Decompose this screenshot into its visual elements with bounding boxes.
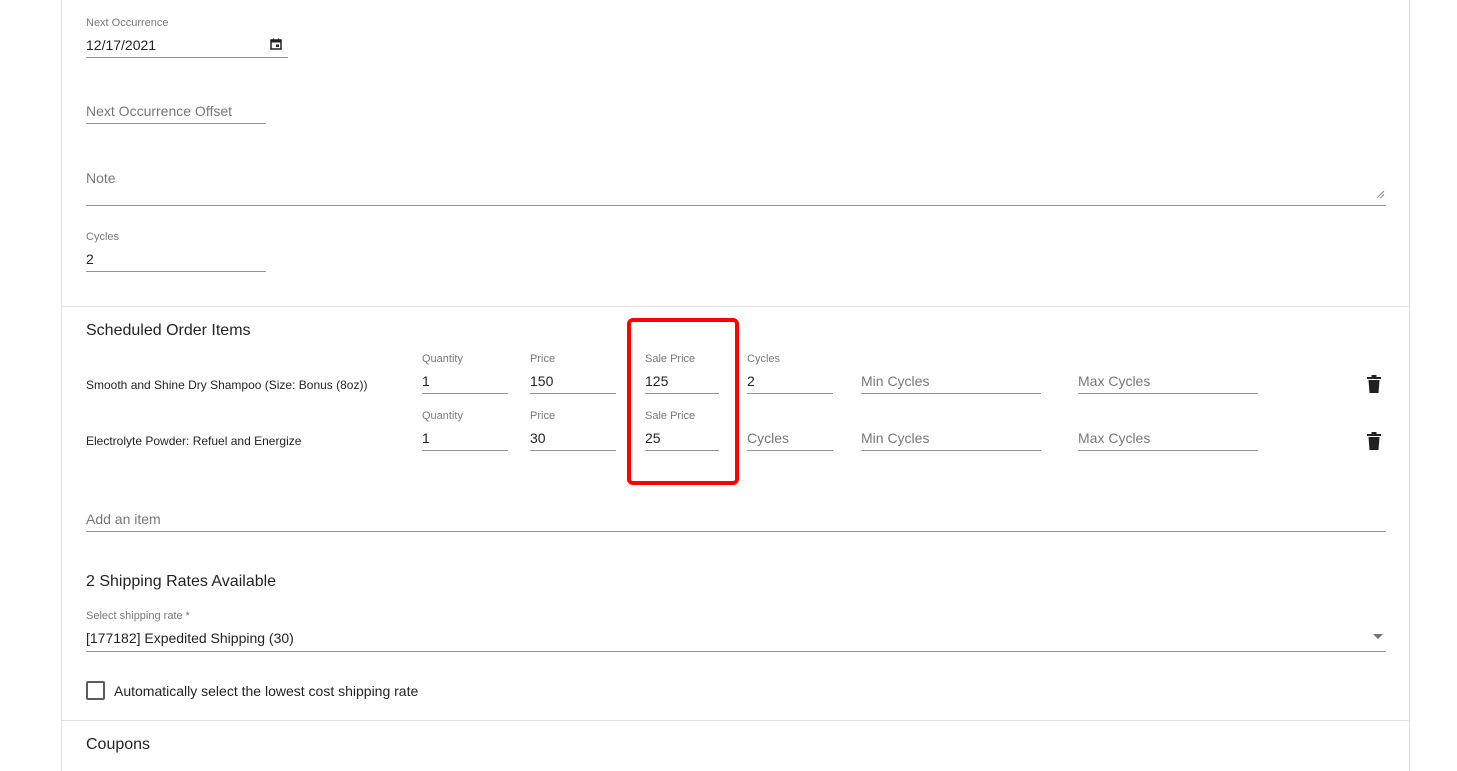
next-occurrence-underline xyxy=(86,57,288,58)
item-name: Electrolyte Powder: Refuel and Energize xyxy=(86,434,302,448)
add-item-placeholder: Add an item xyxy=(86,511,161,527)
coupons-title: Coupons xyxy=(86,736,151,753)
shipping-rates-title: 2 Shipping Rates Available xyxy=(86,573,277,590)
next-occurrence-offset-underline xyxy=(86,123,266,124)
min-cycles-placeholder: Min Cycles xyxy=(861,373,930,389)
shipping-rate-underline xyxy=(86,651,1386,652)
item-cycles-field[interactable]: Cycles xyxy=(747,410,833,451)
trash-icon[interactable] xyxy=(1367,432,1381,450)
price-underline xyxy=(530,450,616,451)
note-field[interactable]: Note xyxy=(86,167,1386,206)
sale-price-highlight-box xyxy=(627,318,739,485)
quantity-underline xyxy=(422,450,508,451)
form-panel: Next Occurrence 12/17/2021 Next Occurren… xyxy=(61,0,1410,771)
dropdown-arrow-icon[interactable] xyxy=(1373,634,1383,639)
item-cycles-value[interactable]: 2 xyxy=(747,373,755,389)
auto-select-lowest-rate-checkbox[interactable] xyxy=(86,681,105,700)
min-cycles-placeholder: Min Cycles xyxy=(861,430,930,446)
price-value[interactable]: 30 xyxy=(530,430,546,446)
quantity-value[interactable]: 1 xyxy=(422,373,430,389)
price-underline xyxy=(530,393,616,394)
item-cycles-label: Cycles xyxy=(747,353,781,365)
auto-select-lowest-rate-label[interactable]: Automatically select the lowest cost shi… xyxy=(114,683,418,699)
quantity-label: Quantity xyxy=(422,410,463,422)
note-placeholder: Note xyxy=(86,170,116,186)
shipping-rate-label: Select shipping rate * xyxy=(86,610,190,622)
max-cycles-field[interactable]: Max Cycles xyxy=(1078,410,1258,451)
min-cycles-underline xyxy=(861,393,1041,394)
next-occurrence-offset-field[interactable]: Next Occurrence Offset xyxy=(86,100,266,124)
max-cycles-underline xyxy=(1078,450,1258,451)
price-label: Price xyxy=(530,410,556,422)
resize-handle-icon[interactable] xyxy=(1375,189,1385,199)
price-label: Price xyxy=(530,353,556,365)
next-occurrence-value[interactable]: 12/17/2021 xyxy=(86,37,156,53)
note-underline xyxy=(86,205,1386,206)
next-occurrence-offset-placeholder: Next Occurrence Offset xyxy=(86,103,233,119)
min-cycles-field[interactable]: Min Cycles xyxy=(861,353,1041,394)
min-cycles-underline xyxy=(861,450,1041,451)
max-cycles-field[interactable]: Max Cycles xyxy=(1078,353,1258,394)
add-item-field[interactable]: Add an item xyxy=(86,508,1386,532)
cycles-value[interactable]: 2 xyxy=(86,251,94,267)
add-item-underline xyxy=(86,531,1386,532)
cycles-label: Cycles xyxy=(86,231,120,243)
next-occurrence-label: Next Occurrence xyxy=(86,17,169,29)
item-cycles-underline xyxy=(747,393,833,394)
max-cycles-underline xyxy=(1078,393,1258,394)
item-cycles-field[interactable]: Cycles 2 xyxy=(747,353,833,394)
quantity-field[interactable]: Quantity 1 xyxy=(422,353,508,394)
quantity-label: Quantity xyxy=(422,353,463,365)
next-occurrence-field[interactable]: Next Occurrence 12/17/2021 xyxy=(86,17,288,58)
calendar-icon[interactable] xyxy=(270,38,282,50)
item-name: Smooth and Shine Dry Shampoo (Size: Bonu… xyxy=(86,378,368,392)
quantity-underline xyxy=(422,393,508,394)
scheduled-items-title: Scheduled Order Items xyxy=(86,322,251,339)
trash-icon[interactable] xyxy=(1367,375,1381,393)
section-divider xyxy=(62,306,1409,307)
quantity-value[interactable]: 1 xyxy=(422,430,430,446)
item-cycles-placeholder: Cycles xyxy=(747,430,790,446)
shipping-rate-select[interactable]: Select shipping rate * [177182] Expedite… xyxy=(86,610,1386,652)
price-value[interactable]: 150 xyxy=(530,373,553,389)
cycles-field[interactable]: Cycles 2 xyxy=(86,231,266,272)
section-divider xyxy=(62,720,1409,721)
price-field[interactable]: Price 30 xyxy=(530,410,616,451)
shipping-rate-value[interactable]: [177182] Expedited Shipping (30) xyxy=(86,630,294,646)
max-cycles-placeholder: Max Cycles xyxy=(1078,430,1151,446)
item-cycles-underline xyxy=(747,450,833,451)
max-cycles-placeholder: Max Cycles xyxy=(1078,373,1151,389)
quantity-field[interactable]: Quantity 1 xyxy=(422,410,508,451)
cycles-underline xyxy=(86,271,266,272)
min-cycles-field[interactable]: Min Cycles xyxy=(861,410,1041,451)
price-field[interactable]: Price 150 xyxy=(530,353,616,394)
